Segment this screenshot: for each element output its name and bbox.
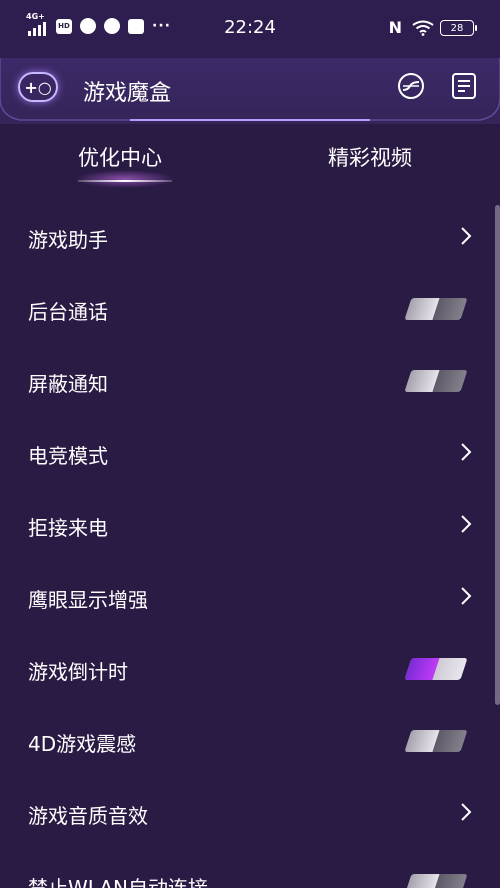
- game-countdown-toggle[interactable]: [404, 658, 468, 680]
- setting-label: 禁止WLAN自动连接: [28, 876, 209, 888]
- chevron-right-icon: [461, 587, 472, 605]
- tab-active-indicator: [78, 180, 172, 182]
- setting-label: 游戏助手: [28, 228, 108, 252]
- tab-active-glow: [75, 170, 175, 188]
- app-title: 游戏魔盒: [83, 81, 172, 106]
- setting-label: 鹰眼显示增强: [28, 588, 148, 612]
- block-notifications-toggle[interactable]: [404, 370, 468, 392]
- setting-row-block-notifications: 屏蔽通知: [0, 346, 500, 418]
- chevron-right-icon: [461, 443, 472, 461]
- setting-row-game-assistant[interactable]: 游戏助手: [0, 202, 500, 274]
- nfc-icon: N: [388, 18, 402, 37]
- setting-row-esports-mode[interactable]: 电竞模式: [0, 418, 500, 490]
- setting-row-audio-effects[interactable]: 游戏音质音效: [0, 778, 500, 850]
- status-right: N: [389, 18, 434, 37]
- game-box-logo-button[interactable]: +○: [18, 72, 58, 102]
- setting-label: 游戏音质音效: [28, 804, 148, 828]
- notes-icon[interactable]: [450, 72, 478, 100]
- 4d-vibration-toggle[interactable]: [404, 730, 468, 752]
- chevron-right-icon: [461, 803, 472, 821]
- setting-label: 拒接来电: [28, 516, 108, 540]
- chevron-right-icon: [461, 515, 472, 533]
- setting-row-disable-wlan-autoconnect: 禁止WLAN自动连接: [0, 850, 500, 888]
- scrollbar[interactable]: [495, 205, 500, 705]
- setting-row-reject-calls[interactable]: 拒接来电: [0, 490, 500, 562]
- background-call-toggle[interactable]: [404, 298, 468, 320]
- battery-icon: 28: [440, 20, 477, 36]
- setting-row-display-enhancement[interactable]: 鹰眼显示增强: [0, 562, 500, 634]
- tab-optimization-center[interactable]: 优化中心: [78, 142, 162, 172]
- chevron-right-icon: [461, 227, 472, 245]
- setting-row-background-call: 后台通话: [0, 274, 500, 346]
- setting-row-game-countdown: 游戏倒计时: [0, 634, 500, 706]
- tab-featured-videos[interactable]: 精彩视频: [328, 142, 412, 172]
- status-bar: 4G+ HD ··· 22:24 N 28: [0, 0, 500, 58]
- setting-label: 游戏倒计时: [28, 660, 128, 684]
- performance-curve-icon[interactable]: [397, 72, 425, 100]
- wifi-icon: [412, 20, 434, 36]
- setting-label: 4D游戏震感: [28, 732, 137, 756]
- setting-label: 后台通话: [28, 300, 108, 324]
- setting-label: 屏蔽通知: [28, 372, 108, 396]
- wlan-autoconnect-toggle[interactable]: [404, 874, 468, 888]
- header-frame-decoration: [0, 58, 500, 121]
- app-header: +○ 游戏魔盒: [0, 58, 500, 124]
- setting-label: 电竞模式: [28, 444, 108, 468]
- setting-row-4d-vibration: 4D游戏震感: [0, 706, 500, 778]
